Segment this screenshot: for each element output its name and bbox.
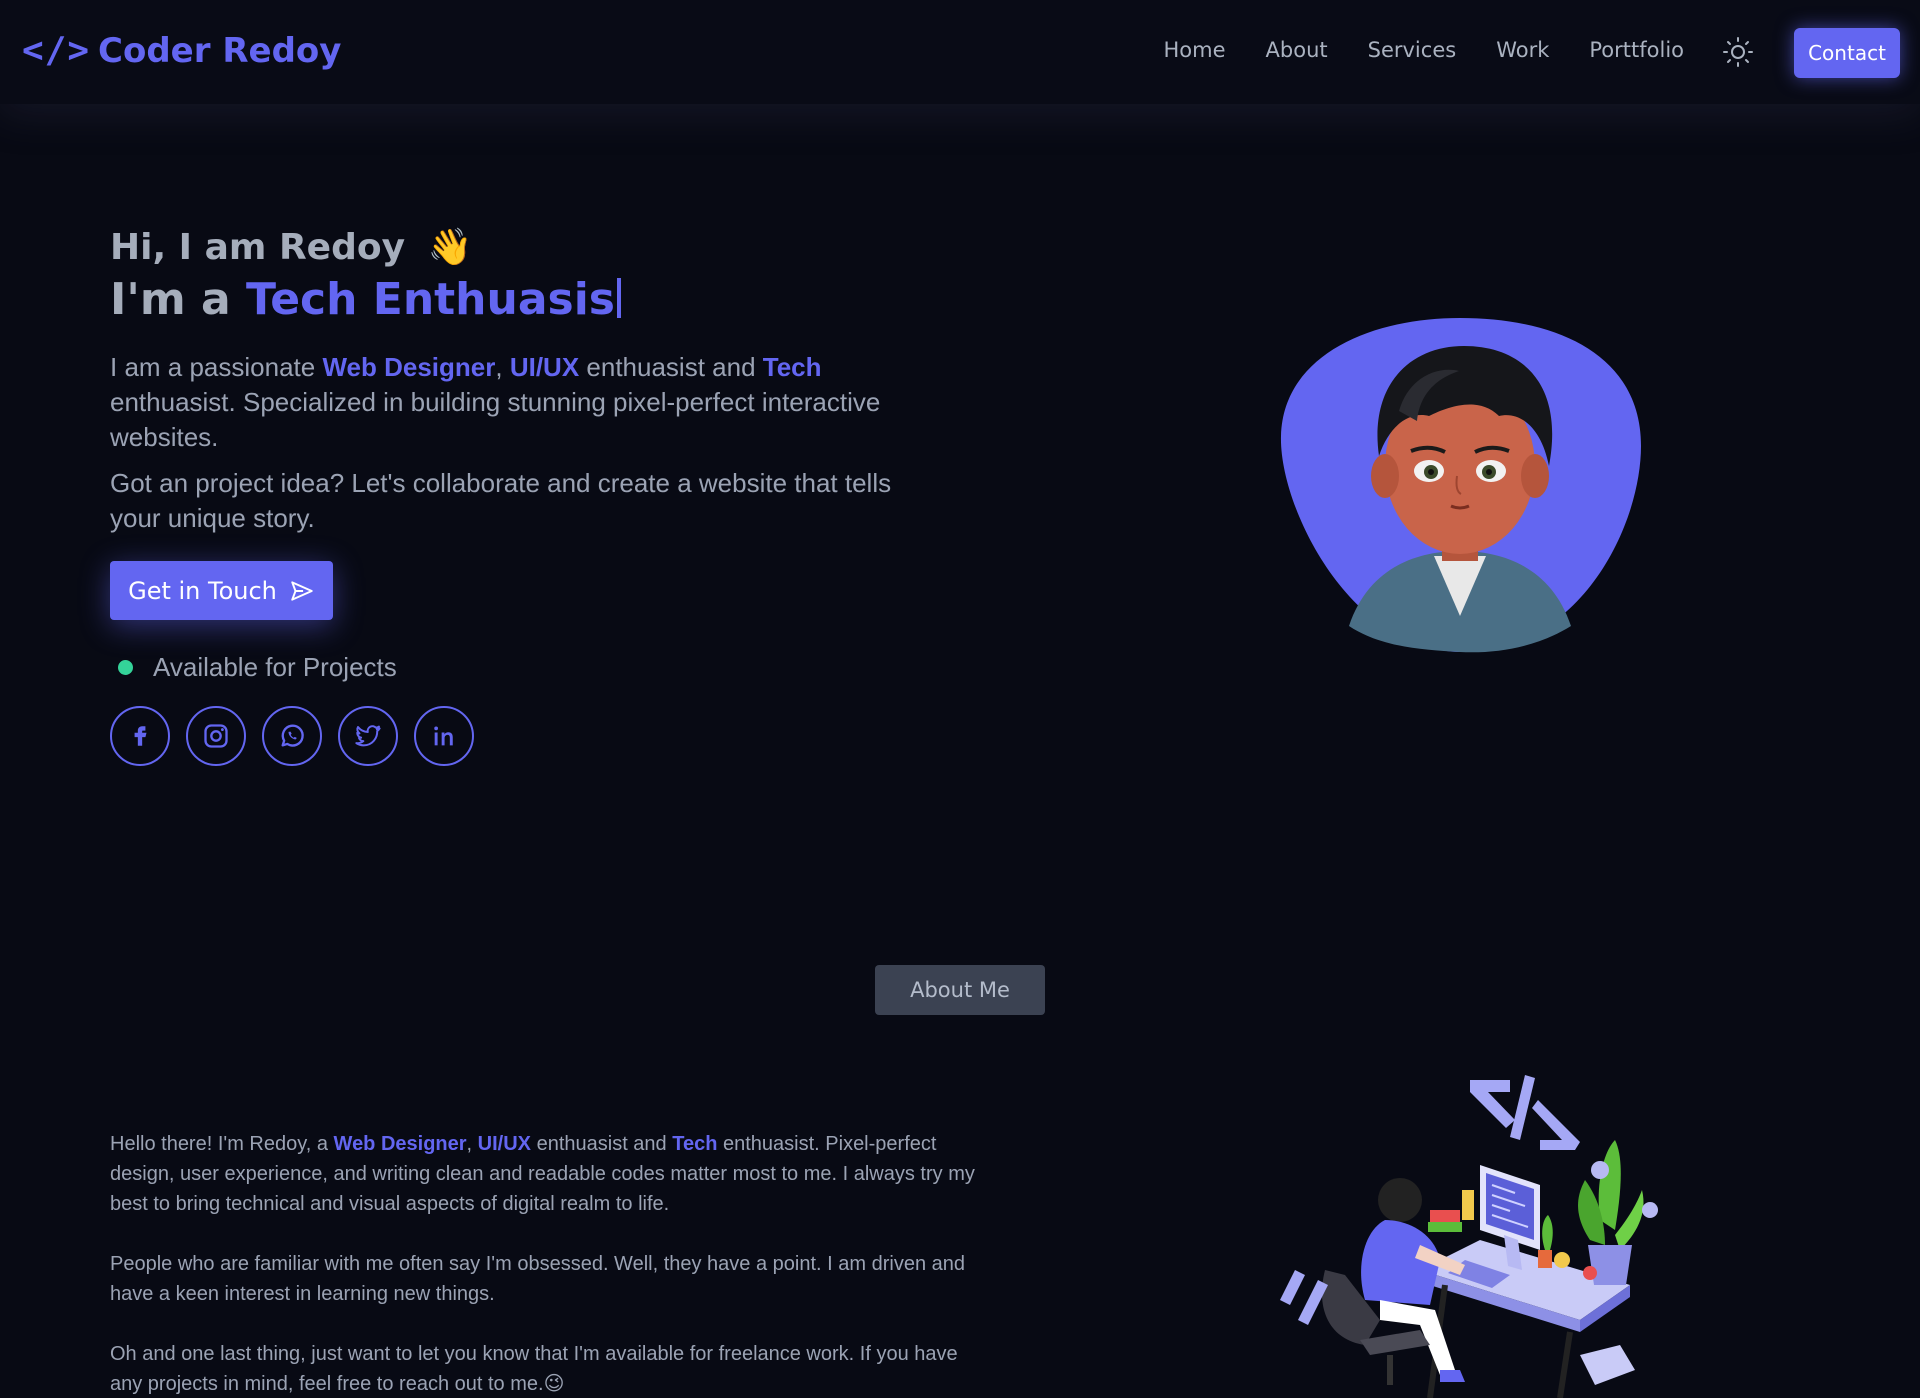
get-in-touch-button[interactable]: Get in Touch bbox=[110, 561, 333, 620]
cta-label: Get in Touch bbox=[128, 576, 277, 605]
whatsapp-icon[interactable] bbox=[262, 706, 322, 766]
hero-greeting: Hi, I am Redoy 👋 bbox=[110, 226, 472, 268]
developer-illustration bbox=[1280, 1075, 1658, 1398]
about-me-badge[interactable]: About Me bbox=[875, 965, 1045, 1015]
about-highlight: Tech bbox=[672, 1133, 718, 1155]
site-logo[interactable]: </> Coder Redoy bbox=[22, 30, 341, 71]
about-highlight: Web Designer bbox=[333, 1133, 467, 1155]
intro-text: enthuasist. Specialized in building stun… bbox=[110, 387, 881, 452]
social-links bbox=[110, 706, 474, 766]
nav-link-portfolio[interactable]: Porttfolio bbox=[1589, 38, 1684, 62]
nav-link-home[interactable]: Home bbox=[1164, 38, 1226, 62]
about-paragraph-2: People who are familiar with me often sa… bbox=[110, 1253, 965, 1305]
instagram-icon[interactable] bbox=[186, 706, 246, 766]
navbar: </> Coder Redoy Home About Services Work… bbox=[0, 0, 1920, 104]
linkedin-icon[interactable] bbox=[414, 706, 474, 766]
nav-link-services[interactable]: Services bbox=[1368, 38, 1457, 62]
intro-highlight: Tech bbox=[762, 352, 822, 382]
availability-text: Available for Projects bbox=[153, 652, 397, 682]
availability-status: Available for Projects bbox=[118, 652, 397, 683]
main-menu: Home About Services Work Porttfolio bbox=[1124, 38, 1684, 62]
about-highlight: UI/UX bbox=[477, 1133, 532, 1155]
about-paragraph-1: Hello there! I'm Redoy, a Web Designer, … bbox=[110, 1129, 990, 1219]
wave-emoji: 👋 bbox=[427, 227, 473, 268]
hero-intro: I am a passionate Web Designer, UI/UX en… bbox=[110, 350, 910, 455]
role-typed-text: Tech Enthuasis bbox=[246, 274, 615, 325]
hero-intro-2: Got an project idea? Let's collaborate a… bbox=[110, 468, 892, 533]
intro-text: , bbox=[495, 352, 510, 382]
sun-icon[interactable] bbox=[1722, 36, 1754, 68]
logo-text: Coder Redoy bbox=[98, 30, 342, 71]
nav-link-work[interactable]: Work bbox=[1496, 38, 1549, 62]
facebook-icon[interactable] bbox=[110, 706, 170, 766]
status-dot-icon bbox=[118, 660, 133, 675]
hero-role: I'm a Tech Enthuasis bbox=[110, 274, 621, 325]
twitter-icon[interactable] bbox=[338, 706, 398, 766]
about-text: , bbox=[466, 1133, 478, 1155]
intro-highlight: Web Designer bbox=[322, 352, 496, 382]
typing-cursor bbox=[616, 278, 621, 318]
intro-text: enthuasist and bbox=[579, 352, 763, 382]
about-text: enthuasist and bbox=[531, 1133, 673, 1155]
about-text: Oh and one last thing, just want to let … bbox=[110, 1343, 958, 1395]
wink-emoji: 😉 bbox=[543, 1373, 565, 1395]
nav-link-about[interactable]: About bbox=[1266, 38, 1328, 62]
intro-text: I am a passionate bbox=[110, 352, 323, 382]
role-prefix: I'm a bbox=[110, 274, 247, 325]
contact-button[interactable]: Contact bbox=[1794, 28, 1900, 78]
about-text: Hello there! I'm Redoy, a bbox=[110, 1133, 334, 1155]
code-icon: </> bbox=[22, 30, 91, 71]
send-icon bbox=[291, 580, 313, 601]
avatar bbox=[1280, 318, 1641, 653]
greeting-text: Hi, I am Redoy bbox=[110, 227, 406, 268]
intro-highlight: UI/UX bbox=[509, 352, 580, 382]
about-paragraph-3: Oh and one last thing, just want to let … bbox=[110, 1339, 990, 1398]
